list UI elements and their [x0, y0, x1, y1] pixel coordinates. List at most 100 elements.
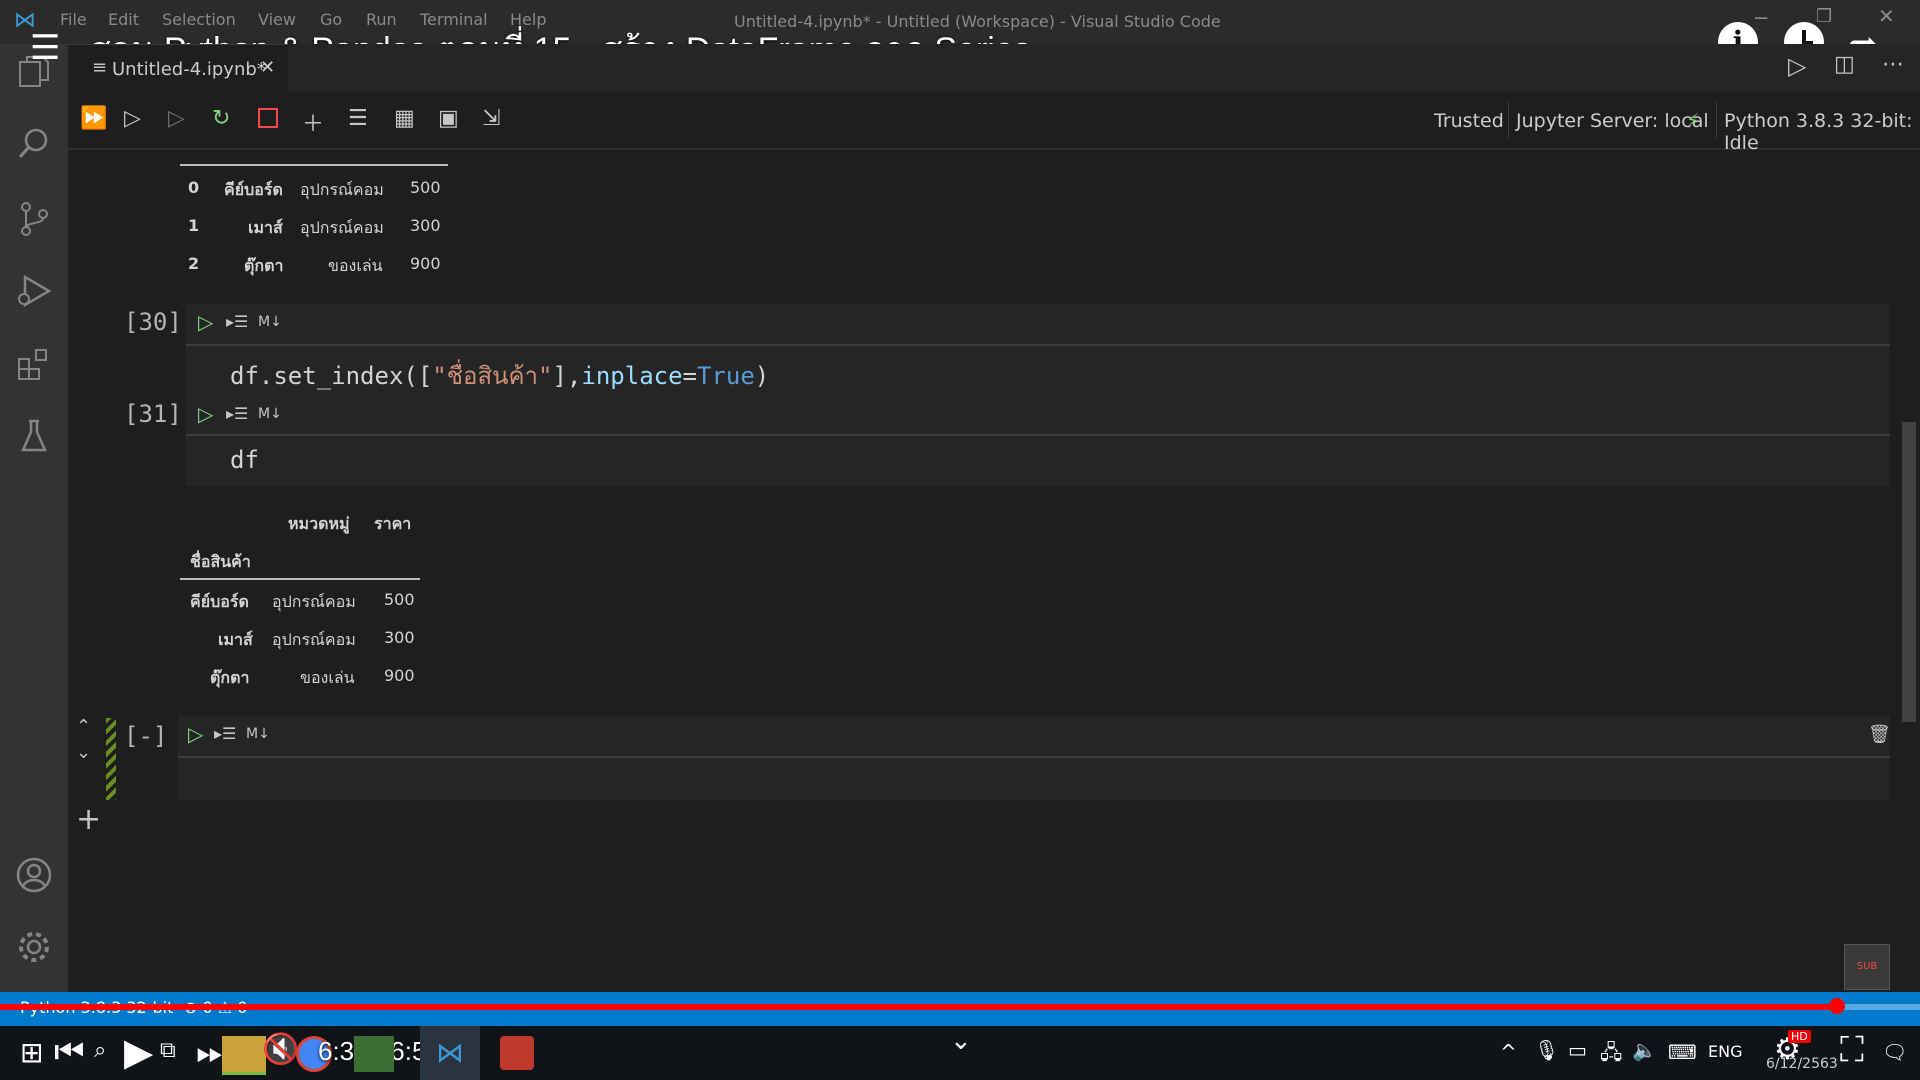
language-indicator[interactable]: ENG	[1708, 1042, 1742, 1061]
run-cell-icon[interactable]: ▷	[188, 722, 203, 746]
row-category: ของเล่น	[328, 256, 383, 275]
vertical-scrollbar[interactable]	[1902, 422, 1916, 722]
run-by-line-icon[interactable]: ▸☰	[214, 724, 236, 743]
run-cell-icon[interactable]: ▷	[198, 402, 213, 426]
more-actions-icon[interactable]: ⋯	[1882, 52, 1904, 77]
kernel-label[interactable]: Python 3.8.3 32-bit: Idle	[1724, 110, 1920, 154]
activity-bar	[0, 44, 68, 992]
markdown-toggle[interactable]: M↓	[258, 314, 282, 330]
run-cell-icon[interactable]: ▷	[198, 310, 213, 334]
code-editor[interactable]: df.set_index(["ชื่อสินค้า"],inplace=True…	[186, 346, 1890, 396]
export-icon[interactable]: ⇲	[482, 106, 500, 131]
run-file-icon[interactable]: ▷	[1788, 52, 1806, 80]
execution-count: [31]	[124, 400, 182, 428]
move-down-icon[interactable]: ⌄	[76, 742, 91, 763]
server-connected-icon: ⚡	[1686, 110, 1700, 132]
row-category: อุปกรณ์คอม	[300, 218, 384, 237]
markdown-toggle[interactable]: M↓	[246, 726, 270, 742]
notification-icon[interactable]: 🗨	[1882, 1040, 1907, 1064]
divider	[1508, 102, 1509, 138]
file-explorer-app-icon[interactable]	[222, 1036, 266, 1075]
run-by-line-icon[interactable]: ▸☰	[226, 404, 248, 423]
execution-count: [30]	[124, 308, 182, 336]
play-icon[interactable]: ▶	[124, 1030, 153, 1074]
code-string: "ชื่อสินค้า"	[432, 362, 553, 390]
row-name: คีย์บอร์ด	[190, 592, 249, 611]
search-icon[interactable]	[14, 126, 54, 166]
jupyter-server-label[interactable]: Jupyter Server: local	[1516, 110, 1709, 132]
run-by-line-icon[interactable]: ▸☰	[226, 312, 248, 331]
volume-icon[interactable]: 🔈	[1632, 1038, 1657, 1062]
search-icon[interactable]: ⌕	[94, 1038, 106, 1063]
code-editor[interactable]	[178, 758, 1890, 800]
code-editor[interactable]: df	[186, 436, 1890, 486]
network-icon[interactable]: 🖧	[1600, 1038, 1622, 1072]
minimize-icon[interactable]: ─	[1755, 6, 1767, 30]
restart-kernel-icon[interactable]: ↻	[212, 106, 230, 131]
task-view-icon[interactable]: ⧉	[160, 1038, 176, 1063]
source-control-icon[interactable]	[14, 200, 54, 240]
account-icon[interactable]	[14, 856, 54, 896]
cell-toolbar: ▷ ▸☰ M↓	[186, 396, 1890, 436]
row-name: เมาส์	[248, 218, 283, 237]
testing-icon[interactable]	[14, 418, 54, 458]
subscribe-watermark-icon[interactable]: SUB	[1844, 944, 1890, 990]
cell-focus-indicator	[106, 718, 116, 800]
microphone-icon[interactable]: 🎙	[1534, 1038, 1559, 1062]
tab-untitled-4[interactable]: ≡ Untitled-4.ipynb* ✕	[68, 44, 288, 93]
code-attr: inplace	[581, 362, 683, 390]
run-all-icon[interactable]: ⏩	[80, 106, 107, 131]
index-name-header: ชื่อสินค้า	[190, 552, 251, 571]
save-icon[interactable]: ▣	[438, 106, 459, 131]
table-header-rule	[180, 164, 448, 166]
app-icon[interactable]	[354, 1036, 394, 1072]
tab-label: Untitled-4.ipynb*	[112, 59, 266, 80]
exit-fullscreen-icon[interactable]: ⛶	[1840, 1030, 1864, 1070]
column-header-price: ราคา	[374, 514, 412, 533]
camtasia-app-icon[interactable]	[500, 1036, 534, 1070]
video-progress-fill	[0, 1004, 1838, 1010]
row-index: 1	[188, 216, 200, 235]
row-category: อุปกรณ์คอม	[272, 592, 356, 611]
row-price: 300	[410, 216, 441, 235]
code-token: =	[682, 362, 697, 390]
clear-outputs-icon[interactable]: ☰	[348, 106, 368, 131]
add-cell-icon[interactable]: +	[76, 802, 101, 837]
delete-cell-icon[interactable]: 🗑	[1868, 724, 1891, 745]
vscode-app-icon[interactable]: ⋈	[420, 1026, 480, 1080]
run-below-icon[interactable]: ▷	[168, 106, 185, 131]
split-editor-icon[interactable]: ◫	[1834, 52, 1855, 77]
row-category: อุปกรณ์คอม	[272, 630, 356, 649]
video-scrubber[interactable]	[1829, 998, 1846, 1014]
close-window-icon[interactable]: ✕	[1878, 4, 1895, 28]
code-bool: True	[697, 362, 755, 390]
row-price: 900	[410, 254, 441, 273]
keyboard-icon[interactable]: ⌨	[1668, 1040, 1697, 1064]
markdown-toggle[interactable]: M↓	[258, 406, 282, 422]
mute-icon[interactable]: 🔇	[262, 1032, 299, 1067]
code-line: df.set_index(["ชื่อสินค้า"],inplace=True…	[230, 356, 769, 395]
notebook-toolbar: ⏩ ▷ ▷ ↻ ＋ ☰ ▦ ▣ ⇲ Trusted Jupyter Server…	[68, 92, 1920, 154]
close-tab-icon[interactable]: ✕	[260, 57, 275, 78]
move-up-icon[interactable]: ⌃	[76, 716, 91, 737]
tray-expand-icon[interactable]: ^	[1500, 1040, 1517, 1064]
row-name: เมาส์	[218, 630, 253, 649]
menu-file[interactable]: File	[60, 10, 87, 29]
chevron-down-icon[interactable]: ⌄	[950, 1026, 972, 1056]
run-debug-icon[interactable]	[14, 272, 54, 312]
hamburger-menu-icon[interactable]: ☰	[30, 28, 60, 68]
battery-icon[interactable]: ▭	[1568, 1038, 1587, 1062]
row-price: 900	[384, 666, 415, 685]
run-above-icon[interactable]: ▷	[124, 106, 141, 131]
previous-video-icon[interactable]: ⏮	[54, 1032, 85, 1072]
trusted-label[interactable]: Trusted	[1434, 110, 1504, 132]
code-line: df	[230, 446, 259, 474]
variables-icon[interactable]: ▦	[394, 106, 415, 131]
add-cell-icon[interactable]: ＋	[302, 106, 324, 138]
row-name: ตุ๊กตา	[210, 668, 250, 687]
settings-gear-icon[interactable]	[14, 928, 54, 968]
interrupt-kernel-icon[interactable]	[258, 108, 278, 128]
extensions-icon[interactable]	[14, 346, 54, 386]
row-category: ของเล่น	[300, 668, 355, 687]
windows-start-icon[interactable]: ⊞	[20, 1036, 43, 1069]
